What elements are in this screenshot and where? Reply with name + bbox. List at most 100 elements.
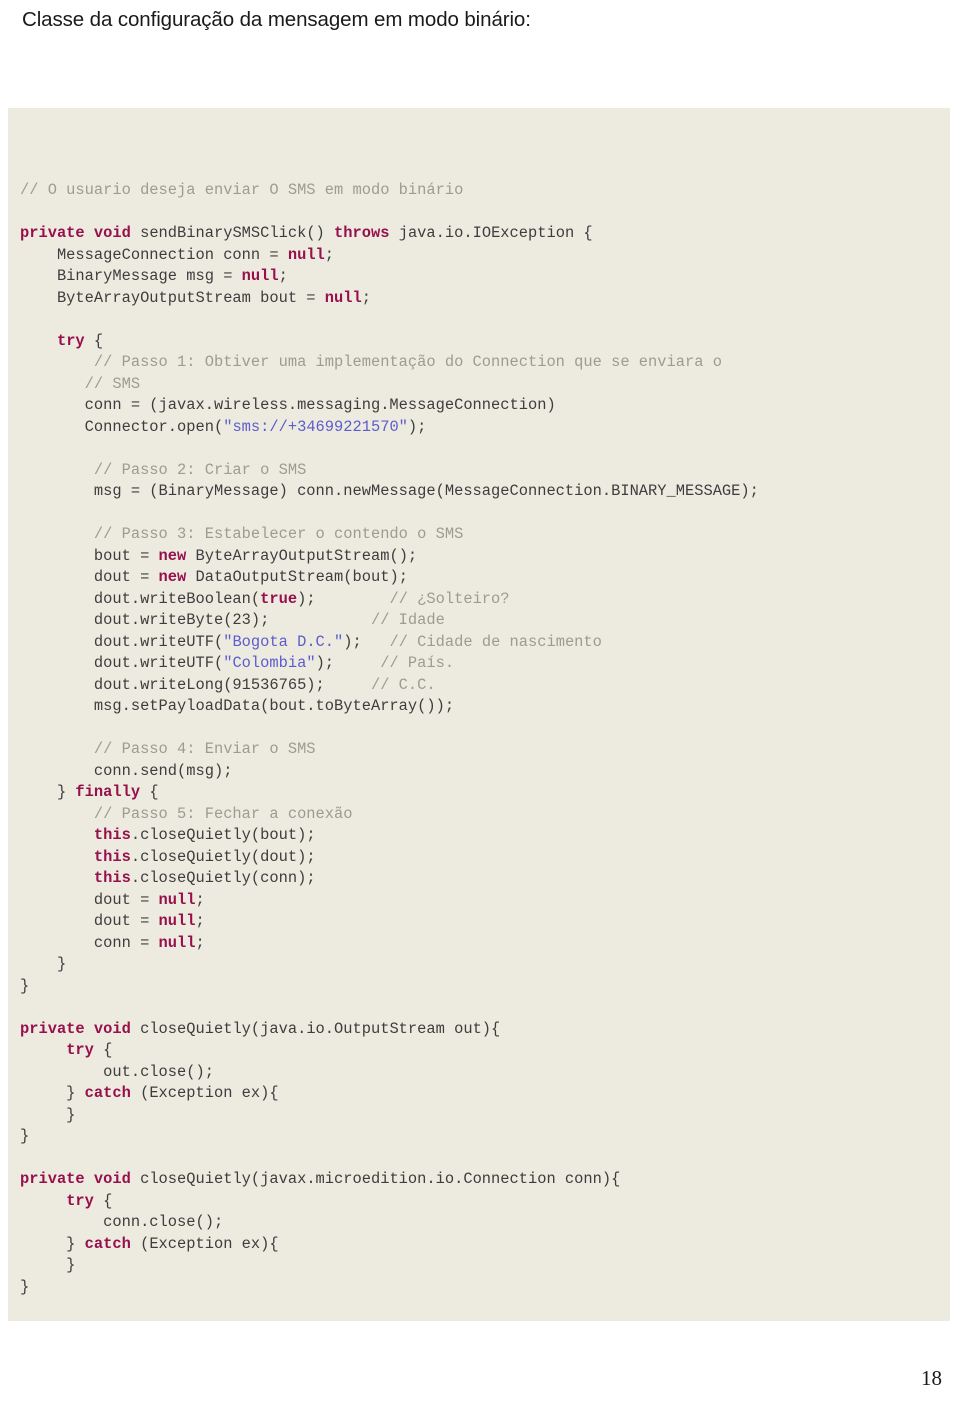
code-token-kw: catch: [84, 1234, 131, 1253]
code-token-pl: .closeQuietly(dout);: [130, 847, 316, 866]
code-token-pl: );: [315, 654, 381, 672]
code-line: conn.send(msg);: [20, 761, 759, 783]
code-token-pl: ;: [278, 267, 288, 285]
code-line: // Passo 3: Estabelecer o contendo o SMS: [20, 524, 759, 546]
code-line: // SMS: [20, 374, 759, 396]
code-token-pl: );: [343, 632, 390, 651]
code-listing: // O usuario deseja enviar O SMS em modo…: [20, 180, 759, 1298]
code-line: dout = null;: [20, 890, 759, 912]
code-token-kw: null: [241, 267, 279, 285]
code-token-pl: BinaryMessage msg =: [20, 267, 242, 285]
code-token-kw: null: [158, 933, 196, 952]
code-line: // Passo 1: Obtiver uma implementação do…: [20, 352, 759, 374]
code-token-kw: null: [158, 890, 196, 909]
code-token-pl: bout =: [20, 546, 159, 565]
code-token-pl: }: [20, 1277, 30, 1296]
code-token-pl: }: [20, 1105, 76, 1124]
code-block: // O usuario deseja enviar O SMS em modo…: [8, 108, 950, 1321]
code-token-pl: ;: [195, 933, 205, 952]
code-token-pl: MessageConnection conn =: [20, 245, 288, 264]
code-line: dout.writeLong(91536765); // C.C.: [20, 675, 759, 697]
code-token-cm: // Passo 3: Estabelecer o contendo o SMS: [20, 525, 464, 543]
code-token-kw: private void: [20, 1019, 131, 1038]
code-token-pl: conn =: [20, 933, 159, 952]
page-title: Classe da configuração da mensagem em mo…: [22, 8, 531, 31]
code-line: dout.writeUTF("Colombia"); // País.: [20, 653, 759, 675]
code-token-pl: dout =: [20, 568, 159, 586]
code-line: dout.writeByte(23); // Idade: [20, 610, 759, 632]
code-line: conn.close();: [20, 1212, 759, 1234]
code-line: this.closeQuietly(dout);: [20, 847, 759, 869]
code-token-pl: dout =: [20, 890, 159, 909]
code-token-pl: ByteArrayOutputStream bout =: [20, 288, 325, 307]
code-token-pl: .closeQuietly(bout);: [130, 826, 316, 844]
code-token-cm: // Idade: [370, 611, 445, 629]
code-token-cm: // ¿Solteiro?: [389, 589, 510, 608]
code-line: }: [20, 1126, 759, 1148]
code-line: Connector.open("sms://+34699221570");: [20, 417, 759, 439]
code-line: private void closeQuietly(java.io.Output…: [20, 1019, 759, 1041]
code-token-pl: ;: [324, 245, 335, 264]
code-token-pl: }: [20, 955, 67, 973]
code-line: }: [20, 976, 759, 998]
code-token-kw: this: [93, 847, 131, 866]
code-token-kw: this: [93, 869, 131, 887]
code-line: // Passo 5: Fechar a conexão: [20, 804, 759, 826]
code-token-pl: ;: [195, 890, 205, 909]
page-number: 18: [921, 1366, 942, 1390]
code-line: } finally {: [20, 782, 759, 804]
code-token-st: "sms://+34699221570": [223, 417, 408, 436]
code-line: MessageConnection conn = null;: [20, 245, 759, 267]
code-token-cm: // Passo 5: Fechar a conexão: [20, 804, 353, 823]
code-token-kw: private void: [20, 224, 131, 242]
code-token-pl: dout.writeUTF(: [20, 632, 224, 651]
code-token-st: "Colombia": [223, 654, 316, 672]
code-token-cm: // Passo 1: Obtiver uma implementação do…: [20, 353, 722, 371]
code-token-kw: finally: [75, 783, 141, 801]
code-line: msg.setPayloadData(bout.toByteArray());: [20, 696, 759, 718]
code-token-pl: );: [407, 417, 427, 436]
code-token-pl: msg = (BinaryMessage) conn.newMessage(Me…: [20, 482, 759, 500]
code-line: // Passo 2: Criar o SMS: [20, 460, 759, 482]
code-token-pl: }: [20, 1127, 30, 1145]
code-token-pl: conn.send(msg);: [20, 761, 233, 780]
code-token-pl: dout.writeUTF(: [20, 654, 224, 672]
code-token-pl: (Exception ex){: [130, 1084, 279, 1102]
code-line: }: [20, 1105, 759, 1127]
code-token-pl: java.io.IOException {: [389, 224, 593, 242]
code-token-kw: null: [324, 288, 362, 307]
code-line: }: [20, 954, 759, 976]
code-token-pl: out.close();: [20, 1062, 214, 1081]
code-token-pl: (Exception ex){: [130, 1234, 279, 1253]
code-token-pl: DataOutputStream(bout);: [186, 568, 408, 586]
code-token-kw: null: [158, 912, 196, 930]
code-token-pl: ;: [195, 912, 205, 930]
code-line: try {: [20, 331, 759, 353]
code-token-cm: // Cidade de nascimento: [389, 632, 602, 651]
code-token-pl: conn.close();: [20, 1213, 224, 1231]
code-token-st: "Bogota D.C.": [223, 632, 344, 651]
code-token-pl: Connector.open(: [20, 417, 224, 436]
code-token-cm: // SMS: [20, 374, 141, 393]
code-token-pl: {: [93, 1041, 113, 1059]
code-line: conn = (javax.wireless.messaging.Message…: [20, 395, 759, 417]
code-token-pl: ;: [361, 288, 371, 307]
code-token-pl: }: [20, 1234, 85, 1253]
code-line: try {: [20, 1191, 759, 1213]
code-token-pl: closeQuietly(java.io.OutputStream out){: [130, 1019, 501, 1038]
code-token-kw: private void: [20, 1170, 131, 1188]
code-token-pl: }: [20, 1084, 85, 1102]
code-token-pl: dout.writeBoolean(: [20, 589, 261, 608]
